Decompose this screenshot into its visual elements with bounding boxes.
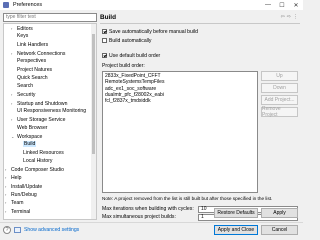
tree-item[interactable]: UI Responsiveness Monitoring — [11, 108, 86, 115]
minimize-button[interactable]: — — [261, 0, 275, 10]
window-title: Preferences — [13, 2, 43, 8]
remove-project-button[interactable]: Remove Project — [261, 106, 298, 118]
tree-item-label: Linked Resources — [23, 149, 64, 156]
down-button[interactable]: Down — [261, 83, 298, 93]
tree-item-label: Project Natures — [17, 66, 53, 73]
tree-item-label: Perspectives — [17, 58, 47, 65]
close-button[interactable]: ✕ — [289, 0, 303, 10]
tree-item-label: Security — [17, 92, 36, 99]
tree-item-label: Web Browser — [17, 124, 48, 131]
apply-button[interactable]: Apply — [261, 208, 298, 218]
tree-item-label: UI Responsiveness Monitoring — [17, 108, 87, 114]
build-automatically-check[interactable] — [102, 38, 107, 43]
view-menu-icon[interactable]: ⋮ — [293, 14, 298, 20]
build-order-note: Note: A project removed from the list is… — [102, 196, 273, 201]
tree-item-label: Workspace — [17, 133, 43, 140]
tree-item-label: Local History — [23, 157, 53, 164]
tree-item[interactable]: › Help — [5, 174, 21, 181]
tree-item[interactable]: Quick Search — [11, 75, 48, 82]
max-simultaneous-row: Max simultaneous project builds: 1 — [102, 213, 298, 221]
back-arrow-icon[interactable]: ⇦ — [281, 14, 285, 20]
tree-item[interactable]: Project Natures — [11, 67, 52, 74]
tree-item-label: Code Composer Studio — [11, 167, 64, 174]
show-advanced-settings-link[interactable]: Show advanced settings — [14, 226, 79, 234]
restore-defaults-button[interactable]: Restore Defaults — [214, 208, 258, 218]
tree-item-label: User Storage Service — [17, 117, 66, 124]
tree-item[interactable]: Web Browser — [11, 125, 47, 132]
cancel-button[interactable]: Cancel — [261, 225, 298, 235]
show-advanced-settings-label: Show advanced settings — [24, 227, 80, 233]
default-build-order-label: Use default build order — [109, 52, 161, 59]
tree-scrollbar[interactable] — [91, 24, 96, 219]
tree-item[interactable]: › Team — [5, 199, 23, 206]
tree-item[interactable]: › User Storage Service — [11, 116, 65, 123]
preference-tree: › Editors Keys Link Handlers › Network Connec… — [3, 23, 97, 220]
tree-item-label: Run/Debug — [11, 192, 37, 198]
tree-item[interactable]: › Security — [11, 91, 35, 98]
preferences-window: Preferences — ☐ ✕ type filter text › Edit… — [0, 0, 303, 240]
build-order-label: Project build order: — [102, 63, 145, 69]
tree-scroll-thumb[interactable] — [92, 34, 95, 154]
default-build-order-check[interactable] — [102, 53, 107, 58]
tree-item-label: Search — [17, 83, 34, 90]
max-iterations-row: Max iterations when building with cycles… — [102, 205, 298, 213]
tree-item-label: Install/Update — [11, 183, 43, 190]
tree-item-label: Build — [23, 141, 37, 148]
tree-item[interactable]: Perspectives — [11, 58, 46, 65]
tree-item[interactable]: › Editors — [11, 25, 33, 32]
tree-item-label: Help — [11, 175, 22, 182]
add-project-button[interactable]: Add Project... — [261, 95, 298, 105]
tree-item[interactable]: ⌄ Workspace — [11, 133, 42, 140]
tree-item-label: Editors — [17, 26, 33, 32]
save-before-build-label: Save automatically before manual build — [109, 28, 198, 35]
settings-link-icon — [14, 227, 21, 233]
apply-and-close-button[interactable]: Apply and Close — [214, 225, 258, 235]
tree-item-label: Terminal — [11, 208, 31, 215]
tree-item[interactable]: Search — [11, 83, 33, 90]
tree-item-label: Team — [11, 200, 24, 207]
tree-item[interactable]: Linked Resources — [17, 150, 64, 157]
title-bar: Preferences — ☐ ✕ — [0, 0, 303, 10]
left-panel: type filter text › Editors Keys Link Handle… — [3, 13, 97, 220]
tree-item[interactable]: › Install/Update — [5, 183, 42, 190]
page-navigation: ⇦ ⇨ ⋮ — [281, 14, 298, 20]
tree-item[interactable]: › Code Composer Studio — [5, 166, 64, 173]
max-iterations-label: Max iterations when building with cycles… — [102, 206, 194, 212]
footer-separator — [0, 222, 303, 223]
build-automatically-checkbox[interactable]: Build automatically — [102, 37, 151, 44]
tree-item-label: Link Handlers — [17, 41, 49, 48]
save-before-build-checkbox[interactable]: Save automatically before manual build — [102, 28, 198, 35]
tree-item[interactable]: › Network Connections — [11, 50, 65, 57]
tree-item-label: Keys — [17, 33, 29, 40]
tree-item[interactable]: Build — [17, 141, 37, 148]
up-button[interactable]: Up — [261, 71, 298, 81]
tree-item[interactable]: › Run/Debug — [5, 191, 37, 198]
tree-item-label: Network Connections — [17, 50, 66, 57]
tree-item-label: Startup and Shutdown — [17, 100, 68, 107]
tree-item[interactable]: Keys — [11, 33, 28, 40]
max-simultaneous-label: Max simultaneous project builds: — [102, 214, 176, 220]
tree-item-label: Quick Search — [17, 74, 48, 81]
default-build-order-checkbox[interactable]: Use default build order — [102, 52, 160, 59]
build-automatically-label: Build automatically — [109, 37, 152, 44]
tree-item[interactable]: Link Handlers — [11, 42, 48, 49]
page-title: Build — [100, 14, 116, 21]
tree-item[interactable]: › Startup and Shutdown — [11, 100, 67, 107]
build-order-list[interactable]: 2833x_FixedPoint_CFFT RemoteSystemsTempF… — [102, 71, 258, 193]
window-controls: — ☐ ✕ — [261, 0, 303, 10]
help-icon[interactable]: ? — [3, 226, 11, 234]
forward-arrow-icon[interactable]: ⇨ — [287, 14, 291, 20]
tree-item[interactable]: Local History — [17, 158, 52, 165]
title-separator — [100, 23, 300, 24]
app-icon — [3, 2, 9, 8]
maximize-button[interactable]: ☐ — [275, 0, 289, 10]
filter-input[interactable]: type filter text — [3, 13, 97, 22]
right-panel: Build ⇦ ⇨ ⋮ Save automatically before ma… — [100, 13, 300, 221]
list-item[interactable]: fcl_f2837x_tmdxiddk — [105, 98, 255, 104]
tree-item[interactable]: › Terminal — [5, 208, 30, 215]
save-before-build-check[interactable] — [102, 29, 107, 34]
